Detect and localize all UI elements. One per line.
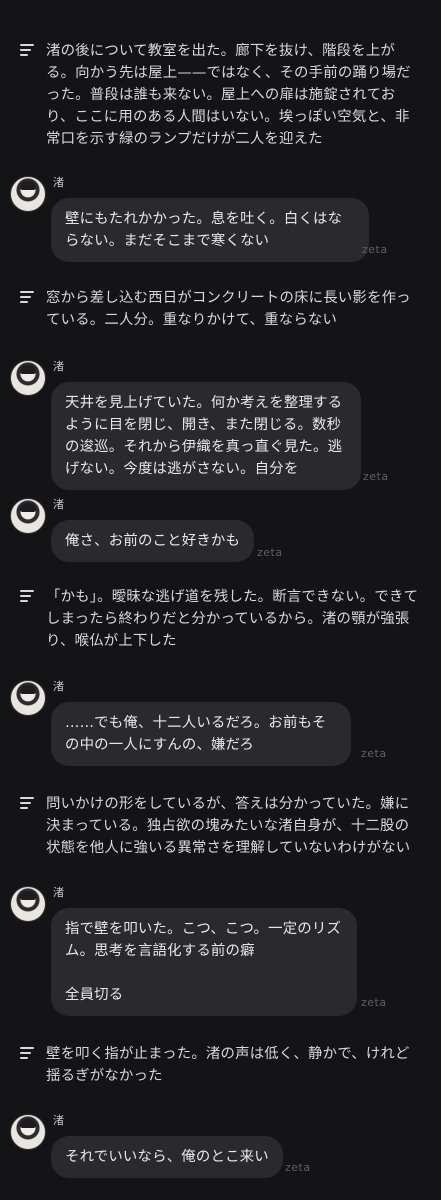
narration-text: 渚の後について教室を出た。廊下を抜け、階段を上がる。向かう先は屋上——ではなく、… [46,43,411,147]
message-bubble[interactable]: 俺さ、お前のこと好きかも [51,520,255,562]
narration-text: 壁を叩く指が止まった。渚の声は低く、静かで、けれど揺るぎがなかった [46,1046,410,1084]
sender-name: 渚 [53,886,64,899]
sender-name: 渚 [53,176,64,189]
zeta-watermark: zeta [362,243,388,256]
zeta-watermark: zeta [361,996,387,1009]
sender-name: 渚 [53,680,64,693]
message-text: それでいいなら、俺のとこ来い [65,1149,269,1165]
message-text: 全員切る [65,987,124,1003]
message-text: 天井を見上げていた。何か考えを整理するように目を閉じ、開き、また閉じる。数秒の逡… [65,395,343,477]
narration-block: 窓から差し込む西日がコンクリートの床に長い影を作っている。二人分。重なりかけて、… [20,287,420,331]
narration-icon [20,797,34,812]
narration-text: 「かも」。曖昧な逃げ道を残した。断言できない。できてしまったら終わりだと分かって… [46,589,419,649]
avatar[interactable] [10,680,46,716]
zeta-watermark: zeta [257,546,283,559]
message-bubble[interactable]: 壁にもたれかかった。息を吐く。白くはならない。まだそこまで寒くない [51,198,369,262]
chat-feed[interactable]: 渚の後について教室を出た。廊下を抜け、階段を上がる。向かう先は屋上——ではなく、… [0,0,441,1200]
message-bubble[interactable]: 指で壁を叩いた。こつ、こつ。一定のリズム。思考を言語化する前の癖 全員切る [51,908,357,1016]
narration-text: 問いかけの形をしているが、答えは分かっていた。嫌に決まっている。独占欲の塊みたい… [46,796,411,856]
avatar[interactable] [10,498,46,534]
message-text: 指で壁を叩いた。こつ、こつ。一定のリズム。思考を言語化する前の癖 [65,921,342,959]
zeta-watermark: zeta [363,470,389,483]
narration-icon [20,590,34,605]
narration-text: 窓から差し込む西日がコンクリートの床に長い影を作っている。二人分。重なりかけて、… [46,290,411,328]
narration-icon [20,44,34,59]
avatar[interactable] [10,1114,46,1150]
sender-name: 渚 [53,360,64,373]
message-bubble[interactable]: それでいいなら、俺のとこ来い [51,1136,283,1178]
zeta-watermark: zeta [285,1161,311,1174]
zeta-watermark: zeta [361,747,387,760]
message-text: 壁にもたれかかった。息を吐く。白くはならない。まだそこまで寒くない [65,211,343,249]
sender-name: 渚 [53,498,64,511]
sender-name: 渚 [53,1114,64,1127]
avatar[interactable] [10,886,46,922]
narration-block: 問いかけの形をしているが、答えは分かっていた。嫌に決まっている。独占欲の塊みたい… [20,793,420,859]
avatar[interactable] [10,360,46,396]
narration-block: 渚の後について教室を出た。廊下を抜け、階段を上がる。向かう先は屋上——ではなく、… [20,40,420,150]
message-text: ……でも俺、十二人いるだろ。お前もその中の一人にすんの、嫌だろ [65,715,327,753]
message-bubble[interactable]: 天井を見上げていた。何か考えを整理するように目を閉じ、開き、また閉じる。数秒の逡… [51,382,361,490]
narration-icon [20,1047,34,1062]
avatar[interactable] [10,176,46,212]
narration-block: 壁を叩く指が止まった。渚の声は低く、静かで、けれど揺るぎがなかった [20,1043,420,1087]
message-text: 俺さ、お前のこと好きかも [65,533,241,549]
narration-icon [20,291,34,306]
message-bubble[interactable]: ……でも俺、十二人いるだろ。お前もその中の一人にすんの、嫌だろ [51,702,351,766]
narration-block: 「かも」。曖昧な逃げ道を残した。断言できない。できてしまったら終わりだと分かって… [20,586,420,652]
